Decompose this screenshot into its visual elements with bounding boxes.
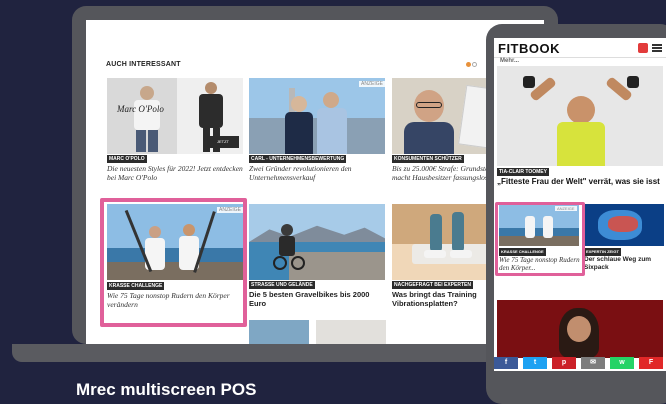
section-title: AUCH INTERESSANT	[106, 61, 181, 68]
article-tag: STRASSE UND GELÄNDE	[249, 281, 315, 289]
article-tag: CARL - UNTERNEHMENSBEWERTUNG	[249, 155, 347, 163]
article-caption[interactable]: Zwei Gründer revolutionieren den Unterne…	[249, 164, 385, 182]
share-email-button[interactable]: ✉	[581, 357, 605, 369]
brand-logo-text: Marc O'Polo	[117, 104, 164, 114]
pagination-dots[interactable]	[466, 61, 477, 68]
share-pinterest-button[interactable]: p	[552, 357, 576, 369]
article-tag: MARC O'POLO	[107, 155, 147, 163]
article-caption[interactable]: Der schlaue Weg zum Sixpack	[584, 256, 664, 272]
article-image-partial	[249, 320, 309, 345]
share-flipboard-button[interactable]: F	[639, 357, 663, 369]
hero-image[interactable]	[497, 66, 663, 166]
article-tag: KONSUMENTEN SCHÜTZER	[392, 155, 464, 163]
top-text: Mehr...	[500, 58, 520, 64]
article-card[interactable]: EXPERTIN ZEIGT Der schlaue Weg zum Sixpa…	[584, 204, 664, 284]
cta-button[interactable]: JETZT ENTDECKEN	[207, 136, 239, 148]
article-card[interactable]: STRASSE UND GELÄNDE Die 5 besten Gravelb…	[249, 204, 385, 308]
article-tag: EXPERTIN ZEIGT	[584, 248, 621, 256]
share-twitter-button[interactable]: t	[523, 357, 547, 369]
article-tag: NACHGEFRAGT BEI EXPERTEN	[392, 281, 473, 289]
footer-title: Mrec multiscreen POS	[76, 380, 257, 399]
share-facebook-button[interactable]: f	[494, 357, 518, 369]
share-whatsapp-button[interactable]: w	[610, 357, 634, 369]
menu-icon[interactable]	[652, 43, 662, 53]
article-image: Marc O'Polo JETZT ENTDECKEN	[107, 78, 243, 154]
article-card[interactable]: ANZEIGE CARL - UNTERNEHMENSBEWERTUNG Zwe…	[249, 78, 385, 182]
article-card[interactable]: Marc O'Polo JETZT ENTDECKEN MARC O'POLO …	[107, 78, 243, 182]
article-caption[interactable]: Die neuesten Styles für 2022! Jetzt entd…	[107, 164, 243, 182]
phone-header: FITBOOK	[494, 38, 666, 58]
article-image	[249, 204, 385, 280]
article-image: ANZEIGE	[249, 78, 385, 154]
article-image-partial	[316, 320, 386, 345]
hero-headline[interactable]: „Fitteste Frau der Welt" verrät, was sie…	[497, 177, 663, 187]
ad-highlight-frame	[100, 198, 247, 327]
bookmark-icon[interactable]	[638, 43, 648, 53]
brand-logo[interactable]: FITBOOK	[498, 41, 560, 56]
hero-tag: TIA-CLAIR TOOMEY	[497, 168, 549, 176]
article-image	[584, 204, 664, 246]
ad-label: ANZEIGE	[359, 81, 385, 87]
ad-highlight-frame	[495, 202, 585, 276]
article-image[interactable]	[497, 300, 663, 358]
article-caption[interactable]: Die 5 besten Gravelbikes bis 2000 Euro	[249, 290, 385, 308]
